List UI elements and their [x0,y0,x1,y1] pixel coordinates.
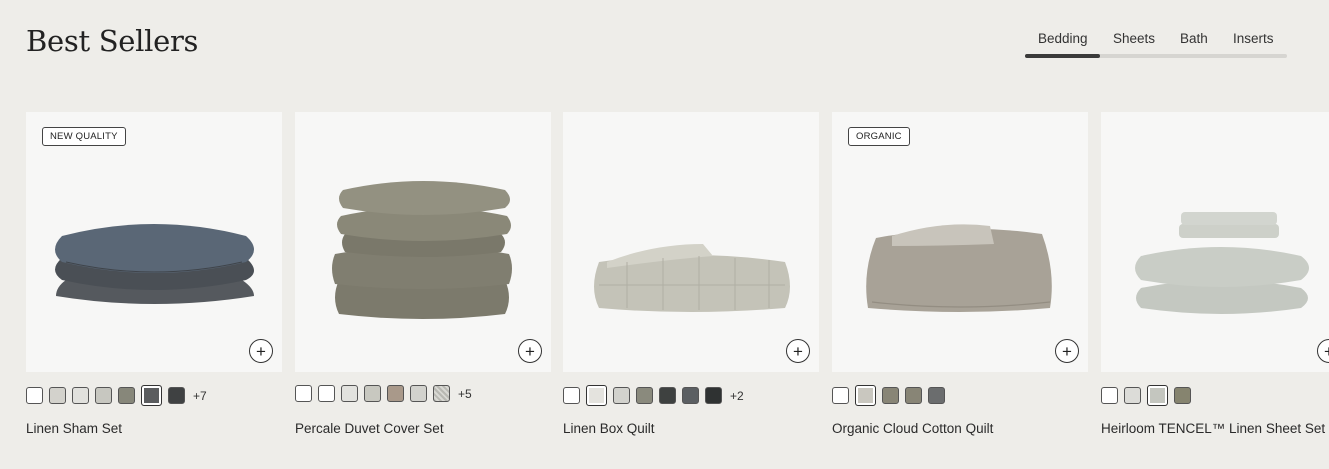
color-swatch[interactable] [318,385,335,402]
color-swatch[interactable] [168,387,185,404]
quilt-image [866,224,1052,312]
product-name[interactable]: Organic Cloud Cotton Quilt [832,421,993,436]
more-colors-count[interactable]: +7 [193,389,207,403]
tab-bath[interactable]: Bath [1180,31,1208,46]
color-swatch-selected[interactable] [855,385,876,406]
color-swatch[interactable] [682,387,699,404]
plus-circle-icon[interactable]: + [518,339,542,363]
tab-inserts[interactable]: Inserts [1233,31,1274,46]
product-image-frame[interactable]: + [1101,112,1329,372]
color-swatches: +7 [26,385,207,406]
color-swatch[interactable] [563,387,580,404]
plus-circle-icon[interactable]: + [249,339,273,363]
color-swatch[interactable] [832,387,849,404]
product-name[interactable]: Percale Duvet Cover Set [295,421,444,436]
color-swatch[interactable] [72,387,89,404]
more-colors-count[interactable]: +5 [458,387,472,401]
product-name[interactable]: Linen Box Quilt [563,421,655,436]
color-swatch[interactable] [1124,387,1141,404]
tab-sheets[interactable]: Sheets [1113,31,1155,46]
color-swatch[interactable] [659,387,676,404]
product-name[interactable]: Heirloom TENCEL™ Linen Sheet Set [1101,421,1325,436]
section-title: Best Sellers [26,24,199,58]
quilt-image [594,244,790,312]
color-swatch[interactable] [410,385,427,402]
color-swatch[interactable] [341,385,358,402]
product-card[interactable]: + +5 Percale Duvet Cover Set [295,112,551,436]
product-card[interactable]: + Heirloom TENCEL™ Linen Sheet Set [1101,112,1329,436]
pillow-set-image [55,224,254,304]
color-swatches: +2 [563,385,744,406]
duvet-set-image [332,181,512,319]
more-colors-count[interactable]: +2 [730,389,744,403]
color-swatch-selected[interactable] [1147,385,1168,406]
color-swatch-selected[interactable] [141,385,162,406]
color-swatch[interactable] [433,385,450,402]
plus-circle-icon[interactable]: + [1055,339,1079,363]
color-swatch-selected[interactable] [586,385,607,406]
product-card[interactable]: + +2 Linen Box Quilt [563,112,819,436]
color-swatch[interactable] [613,387,630,404]
tab-bedding[interactable]: Bedding [1038,31,1088,46]
product-badge: ORGANIC [848,127,910,146]
color-swatch[interactable] [118,387,135,404]
product-card[interactable]: NEW QUALITY + +7 Linen Sham Set [26,112,282,436]
color-swatch[interactable] [1174,387,1191,404]
color-swatch[interactable] [928,387,945,404]
color-swatches [1101,385,1191,406]
color-swatch[interactable] [295,385,312,402]
color-swatch[interactable] [905,387,922,404]
category-tabs: Bedding Sheets Bath Inserts [1025,28,1287,60]
color-swatches [832,385,945,406]
product-image-frame[interactable]: + [295,112,551,372]
color-swatch[interactable] [95,387,112,404]
product-image-frame[interactable]: NEW QUALITY + [26,112,282,372]
product-name[interactable]: Linen Sham Set [26,421,122,436]
color-swatch[interactable] [705,387,722,404]
product-image-frame[interactable]: ORGANIC + [832,112,1088,372]
product-badge: NEW QUALITY [42,127,126,146]
color-swatch[interactable] [882,387,899,404]
plus-circle-icon[interactable]: + [786,339,810,363]
product-image-frame[interactable]: + [563,112,819,372]
color-swatch[interactable] [26,387,43,404]
product-card[interactable]: ORGANIC + Organic Cloud Cotton Quilt [832,112,1088,436]
color-swatch[interactable] [636,387,653,404]
sheet-set-image [1135,212,1309,314]
tab-active-indicator [1025,54,1100,58]
color-swatches: +5 [295,385,472,402]
color-swatch[interactable] [1101,387,1118,404]
color-swatch[interactable] [364,385,381,402]
color-swatch[interactable] [49,387,66,404]
color-swatch[interactable] [387,385,404,402]
